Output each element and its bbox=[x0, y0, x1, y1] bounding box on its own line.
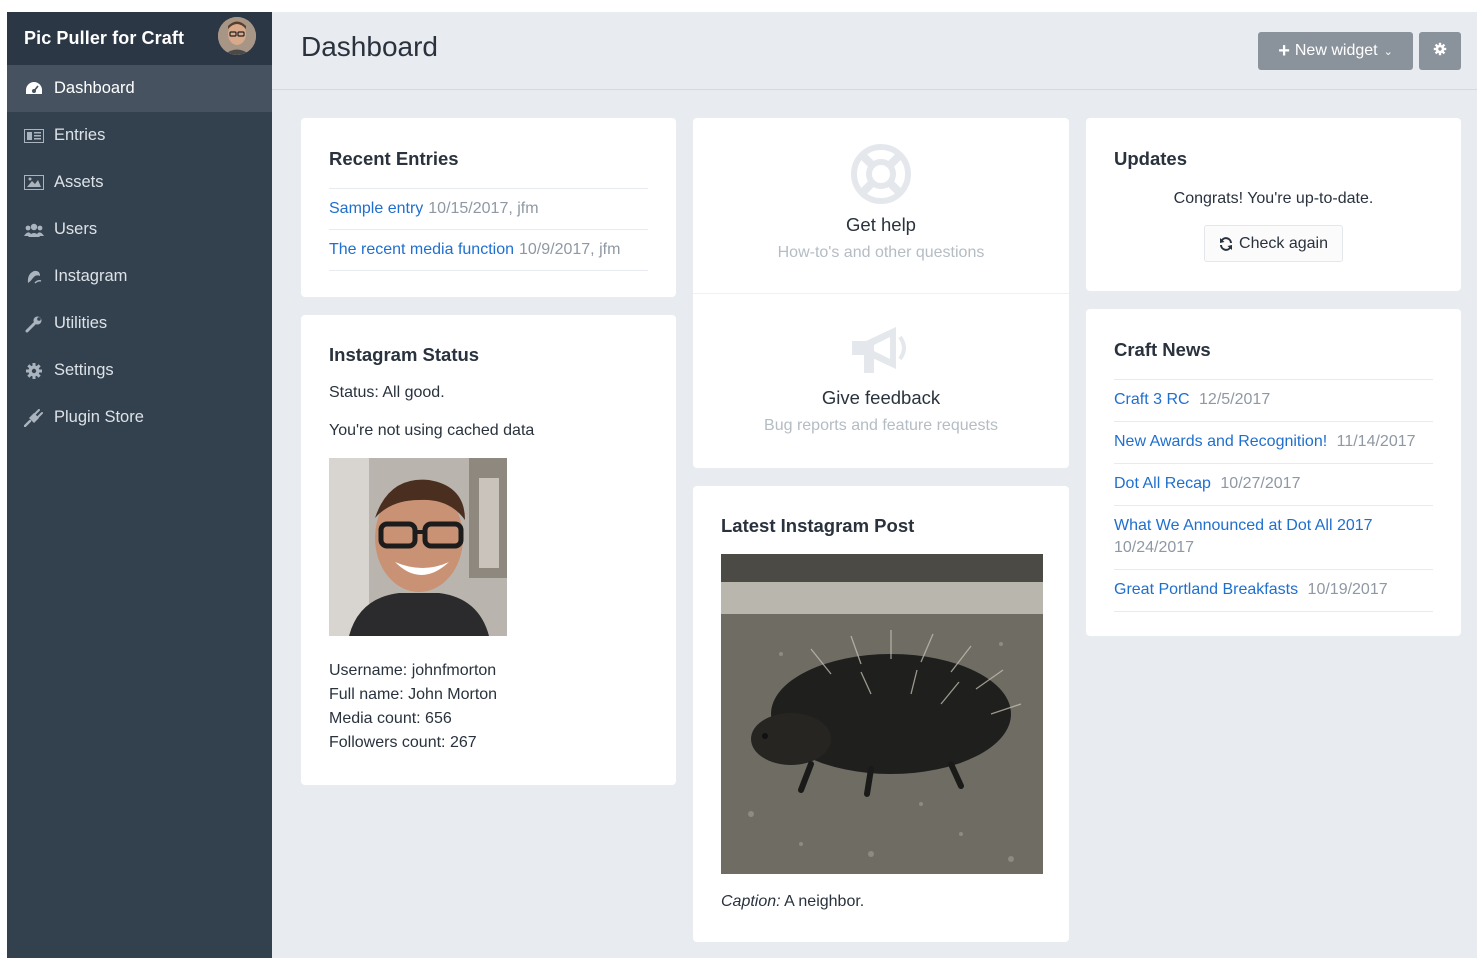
instagram-icon bbox=[23, 268, 45, 286]
page-title: Dashboard bbox=[301, 31, 438, 62]
site-name[interactable]: Pic Puller for Craft bbox=[24, 28, 184, 49]
widget-title: Updates bbox=[1114, 148, 1187, 169]
news-link[interactable]: Great Portland Breakfasts bbox=[1114, 581, 1298, 598]
new-widget-button[interactable]: + New widget ⌄ bbox=[1258, 32, 1413, 70]
entry-meta: 10/9/2017, jfm bbox=[519, 241, 621, 258]
list-item: Dot All Recap 10/27/2017 bbox=[1114, 464, 1433, 506]
news-date: 12/5/2017 bbox=[1199, 391, 1271, 408]
sidebar-item-entries[interactable]: Entries bbox=[7, 112, 272, 159]
site-header[interactable]: Pic Puller for Craft bbox=[7, 12, 272, 65]
get-help-subtitle: How-to's and other questions bbox=[777, 244, 985, 261]
wrench-icon bbox=[23, 315, 45, 333]
sidebar-item-instagram[interactable]: Instagram bbox=[7, 253, 272, 300]
post-caption: Caption: A neighbor. bbox=[721, 893, 1041, 911]
cache-text: You're not using cached data bbox=[329, 422, 535, 439]
news-date: 10/19/2017 bbox=[1307, 581, 1388, 598]
main-content: Dashboard + New widget ⌄ Recent Entries … bbox=[272, 12, 1477, 958]
dashboard-icon bbox=[23, 80, 45, 98]
entry-link[interactable]: The recent media function bbox=[329, 241, 514, 259]
recent-entries-widget: Recent Entries Sample entry 10/15/2017, … bbox=[301, 118, 676, 297]
sidebar-item-label: Entries bbox=[54, 126, 106, 144]
list-item: Great Portland Breakfasts 10/19/2017 bbox=[1114, 570, 1433, 612]
gear-icon bbox=[1433, 42, 1447, 61]
sidebar-item-label: Dashboard bbox=[54, 79, 135, 97]
entries-icon bbox=[23, 127, 45, 145]
check-again-wrapper: Check again bbox=[1114, 225, 1433, 262]
news-link[interactable]: What We Announced at Dot All 2017 bbox=[1114, 517, 1373, 534]
check-again-button[interactable]: Check again bbox=[1204, 225, 1343, 262]
recent-entries-list: Sample entry 10/15/2017, jfm The recent … bbox=[329, 188, 648, 271]
instagram-status-widget: Instagram Status Status: All good. You'r… bbox=[301, 315, 676, 785]
widget-title: Latest Instagram Post bbox=[721, 515, 915, 536]
sidebar: Pic Puller for Craft Dashboard Entries A… bbox=[7, 12, 272, 958]
news-date: 11/14/2017 bbox=[1336, 433, 1416, 450]
sidebar-item-label: Users bbox=[54, 220, 98, 238]
news-link[interactable]: Craft 3 RC bbox=[1114, 391, 1190, 408]
user-avatar[interactable] bbox=[218, 17, 256, 55]
new-widget-label: New widget bbox=[1294, 42, 1378, 59]
sidebar-item-label: Instagram bbox=[54, 267, 128, 285]
dashboard-settings-button[interactable] bbox=[1419, 32, 1461, 70]
chevron-down-icon: ⌄ bbox=[1383, 45, 1393, 58]
gear-icon bbox=[23, 362, 45, 380]
updates-message: Congrats! You're up-to-date. bbox=[1173, 190, 1374, 207]
craft-news-list: Craft 3 RC 12/5/2017 New Awards and Reco… bbox=[1114, 379, 1433, 612]
widget-title: Recent Entries bbox=[329, 148, 459, 169]
sidebar-item-assets[interactable]: Assets bbox=[7, 159, 272, 206]
list-item: What We Announced at Dot All 2017 10/24/… bbox=[1114, 506, 1433, 570]
username-text: Username: johnfmorton bbox=[329, 662, 497, 679]
full-name-text: Full name: John Morton bbox=[329, 686, 498, 703]
profile-photo bbox=[329, 458, 507, 636]
list-item: Sample entry 10/15/2017, jfm bbox=[329, 189, 648, 230]
give-feedback-link[interactable]: Give feedback Bug reports and feature re… bbox=[693, 294, 1069, 468]
refresh-icon bbox=[1219, 236, 1233, 251]
list-item: New Awards and Recognition! 11/14/2017 bbox=[1114, 422, 1433, 464]
sidebar-item-users[interactable]: Users bbox=[7, 206, 272, 253]
news-link[interactable]: New Awards and Recognition! bbox=[1114, 433, 1327, 450]
sidebar-item-dashboard[interactable]: Dashboard bbox=[7, 65, 272, 112]
assets-icon bbox=[23, 174, 45, 192]
media-count-text: Media count: 656 bbox=[329, 710, 452, 727]
sidebar-item-label: Utilities bbox=[54, 314, 108, 332]
give-feedback-title: Give feedback bbox=[821, 387, 941, 408]
give-feedback-subtitle: Bug reports and feature requests bbox=[764, 417, 998, 434]
users-icon bbox=[23, 221, 45, 239]
lifebuoy-icon bbox=[851, 144, 911, 204]
entry-meta: 10/15/2017, jfm bbox=[428, 200, 539, 217]
list-item: Craft 3 RC 12/5/2017 bbox=[1114, 380, 1433, 422]
sidebar-item-label: Settings bbox=[54, 361, 114, 379]
widget-title: Instagram Status bbox=[329, 344, 480, 365]
news-date: 10/24/2017 bbox=[1114, 539, 1195, 556]
caption-label: Caption: bbox=[721, 893, 781, 910]
craft-news-widget: Craft News Craft 3 RC 12/5/2017 New Awar… bbox=[1086, 309, 1461, 636]
sidebar-item-utilities[interactable]: Utilities bbox=[7, 300, 272, 347]
news-date: 10/27/2017 bbox=[1220, 475, 1301, 492]
latest-instagram-post-widget: Latest Instagram Post Caption: A neighbo… bbox=[693, 486, 1069, 942]
megaphone-icon bbox=[850, 321, 912, 377]
page-header: Dashboard + New widget ⌄ bbox=[272, 12, 1477, 90]
main-nav: Dashboard Entries Assets Users Instagram bbox=[7, 65, 272, 441]
widget-title: Craft News bbox=[1114, 339, 1211, 360]
check-again-label: Check again bbox=[1239, 234, 1328, 252]
plus-icon: + bbox=[1278, 40, 1290, 62]
list-item: The recent media function 10/9/2017, jfm bbox=[329, 230, 648, 271]
sidebar-item-settings[interactable]: Settings bbox=[7, 347, 272, 394]
instagram-post-image[interactable] bbox=[721, 554, 1043, 874]
updates-widget: Updates Congrats! You're up-to-date. Che… bbox=[1086, 118, 1461, 291]
caption-text: A neighbor. bbox=[784, 893, 865, 910]
followers-count-text: Followers count: 267 bbox=[329, 734, 477, 751]
feedback-widget: Get help How-to's and other questions Gi… bbox=[693, 118, 1069, 468]
status-text: Status: All good. bbox=[329, 384, 445, 401]
plug-icon bbox=[23, 408, 45, 427]
sidebar-item-plugin-store[interactable]: Plugin Store bbox=[7, 394, 272, 441]
news-link[interactable]: Dot All Recap bbox=[1114, 475, 1211, 492]
entry-link[interactable]: Sample entry bbox=[329, 200, 423, 218]
get-help-link[interactable]: Get help How-to's and other questions bbox=[693, 118, 1069, 294]
get-help-title: Get help bbox=[846, 214, 916, 235]
sidebar-item-label: Assets bbox=[54, 173, 104, 191]
sidebar-item-label: Plugin Store bbox=[54, 408, 144, 426]
